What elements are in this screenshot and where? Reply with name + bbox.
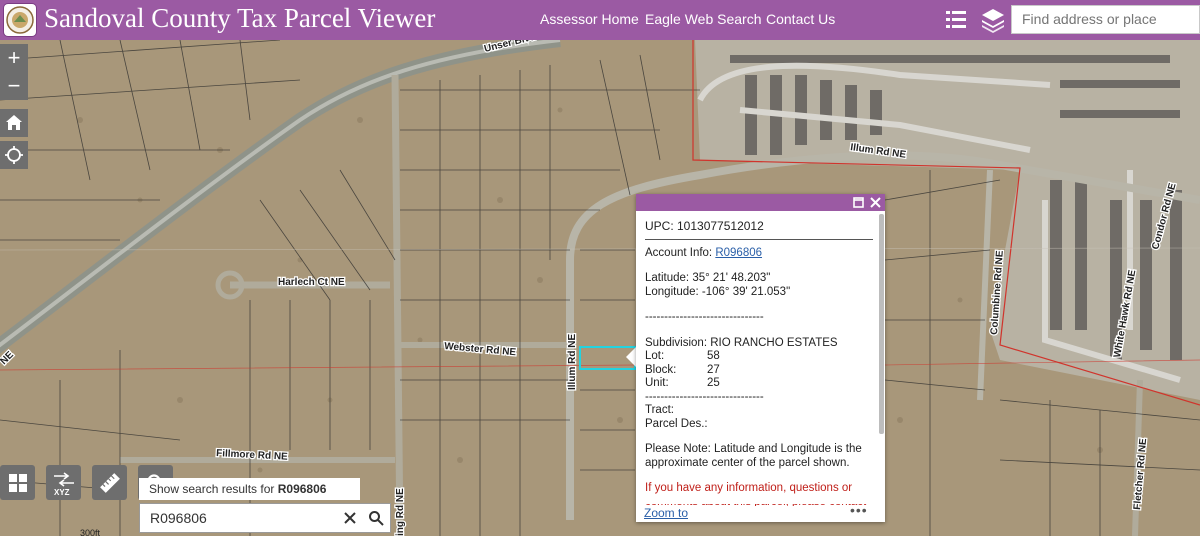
popup-unit-row: Unit: 25 [645, 377, 720, 389]
zoom-out-button[interactable]: − [0, 72, 28, 100]
close-icon[interactable] [870, 197, 881, 208]
search-hint-value: R096806 [277, 482, 327, 496]
popup-lot-row: Lot: 58 [645, 350, 720, 362]
address-search-box[interactable] [1011, 5, 1200, 34]
svg-text:XYZ: XYZ [54, 488, 70, 496]
popup-content: UPC: 1013077512012 Account Info: R096806… [645, 219, 873, 506]
grid-icon [8, 473, 27, 492]
basemap-gallery-button[interactable] [0, 465, 35, 500]
popup-parcel-des: Parcel Des.: [645, 417, 708, 430]
search-results-hint[interactable]: Show search results for R096806 [139, 478, 360, 500]
home-button[interactable] [0, 109, 28, 137]
ruler-icon [99, 472, 120, 493]
popup-subdivision: Subdivision: RIO RANCHO ESTATES [645, 336, 838, 349]
nav-assessor-home[interactable]: Assessor Home [540, 11, 639, 27]
popup-longitude: Longitude: -106° 39' 21.053" [645, 285, 791, 298]
home-icon [6, 115, 22, 130]
popup-block-value: 27 [707, 363, 720, 376]
popup-tract: Tract: [645, 404, 674, 416]
app-title: Sandoval County Tax Parcel Viewer [44, 3, 436, 33]
map-view[interactable]: Unser Blvd Illum Rd NE Harlech Ct NE Web… [0, 0, 1200, 536]
minus-icon: − [7, 73, 21, 98]
popup-upc: UPC: 1013077512012 [645, 219, 764, 233]
search-hint-prefix: Show search results for [149, 482, 275, 496]
nav-contact-us[interactable]: Contact Us [766, 11, 835, 27]
popup-note: Please Note: Latitude and Longitude is t… [645, 443, 862, 469]
parcel-search-value[interactable]: R096806 [150, 510, 207, 526]
zoom-in-button[interactable]: + [0, 44, 28, 72]
measure-button[interactable] [92, 465, 127, 500]
label-illum-vertical: Illum Rd NE [567, 334, 578, 390]
xyz-icon: XYZ [53, 471, 74, 496]
nav-eagle-web-search[interactable]: Eagle Web Search [645, 11, 761, 27]
popup-divider-2: ------------------------------- [645, 390, 764, 403]
address-search-input[interactable] [1012, 6, 1200, 32]
parcel-info-popup: UPC: 1013077512012 Account Info: R096806… [636, 194, 885, 522]
popup-unit-value: 25 [707, 377, 720, 389]
popup-divider [645, 238, 873, 240]
label-king-rd: ing Rd NE [395, 488, 406, 536]
scale-label: 300ft [80, 528, 101, 536]
clear-icon[interactable] [343, 511, 357, 525]
popup-block-row: Block: 27 [645, 363, 720, 376]
more-options-icon[interactable]: ••• [850, 502, 868, 518]
maximize-icon[interactable] [853, 197, 864, 208]
popup-divider-1: ------------------------------- [645, 311, 764, 323]
plus-icon: + [7, 45, 21, 70]
popup-header [636, 194, 885, 211]
layers-icon[interactable] [979, 6, 1007, 34]
search-submit-icon[interactable] [368, 510, 384, 526]
label-harlech: Harlech Ct NE [278, 277, 345, 288]
crosshair-icon [5, 146, 23, 164]
parcel-search-box[interactable]: R096806 [139, 503, 391, 533]
account-info-link[interactable]: R096806 [715, 247, 762, 259]
popup-lot-value: 58 [707, 350, 720, 362]
popup-latitude: Latitude: 35° 21' 48.203" [645, 272, 771, 284]
coordinate-button[interactable]: XYZ [46, 465, 81, 500]
popup-pointer [626, 347, 636, 367]
legend-list-icon[interactable] [942, 6, 970, 34]
locate-button[interactable] [0, 141, 28, 169]
app-header: Sandoval County Tax Parcel Viewer Assess… [0, 0, 1200, 40]
account-info-label: Account Info: [645, 246, 713, 259]
zoom-to-link[interactable]: Zoom to [644, 506, 688, 520]
popup-scrollbar[interactable] [879, 214, 884, 434]
county-seal-logo [4, 4, 36, 36]
